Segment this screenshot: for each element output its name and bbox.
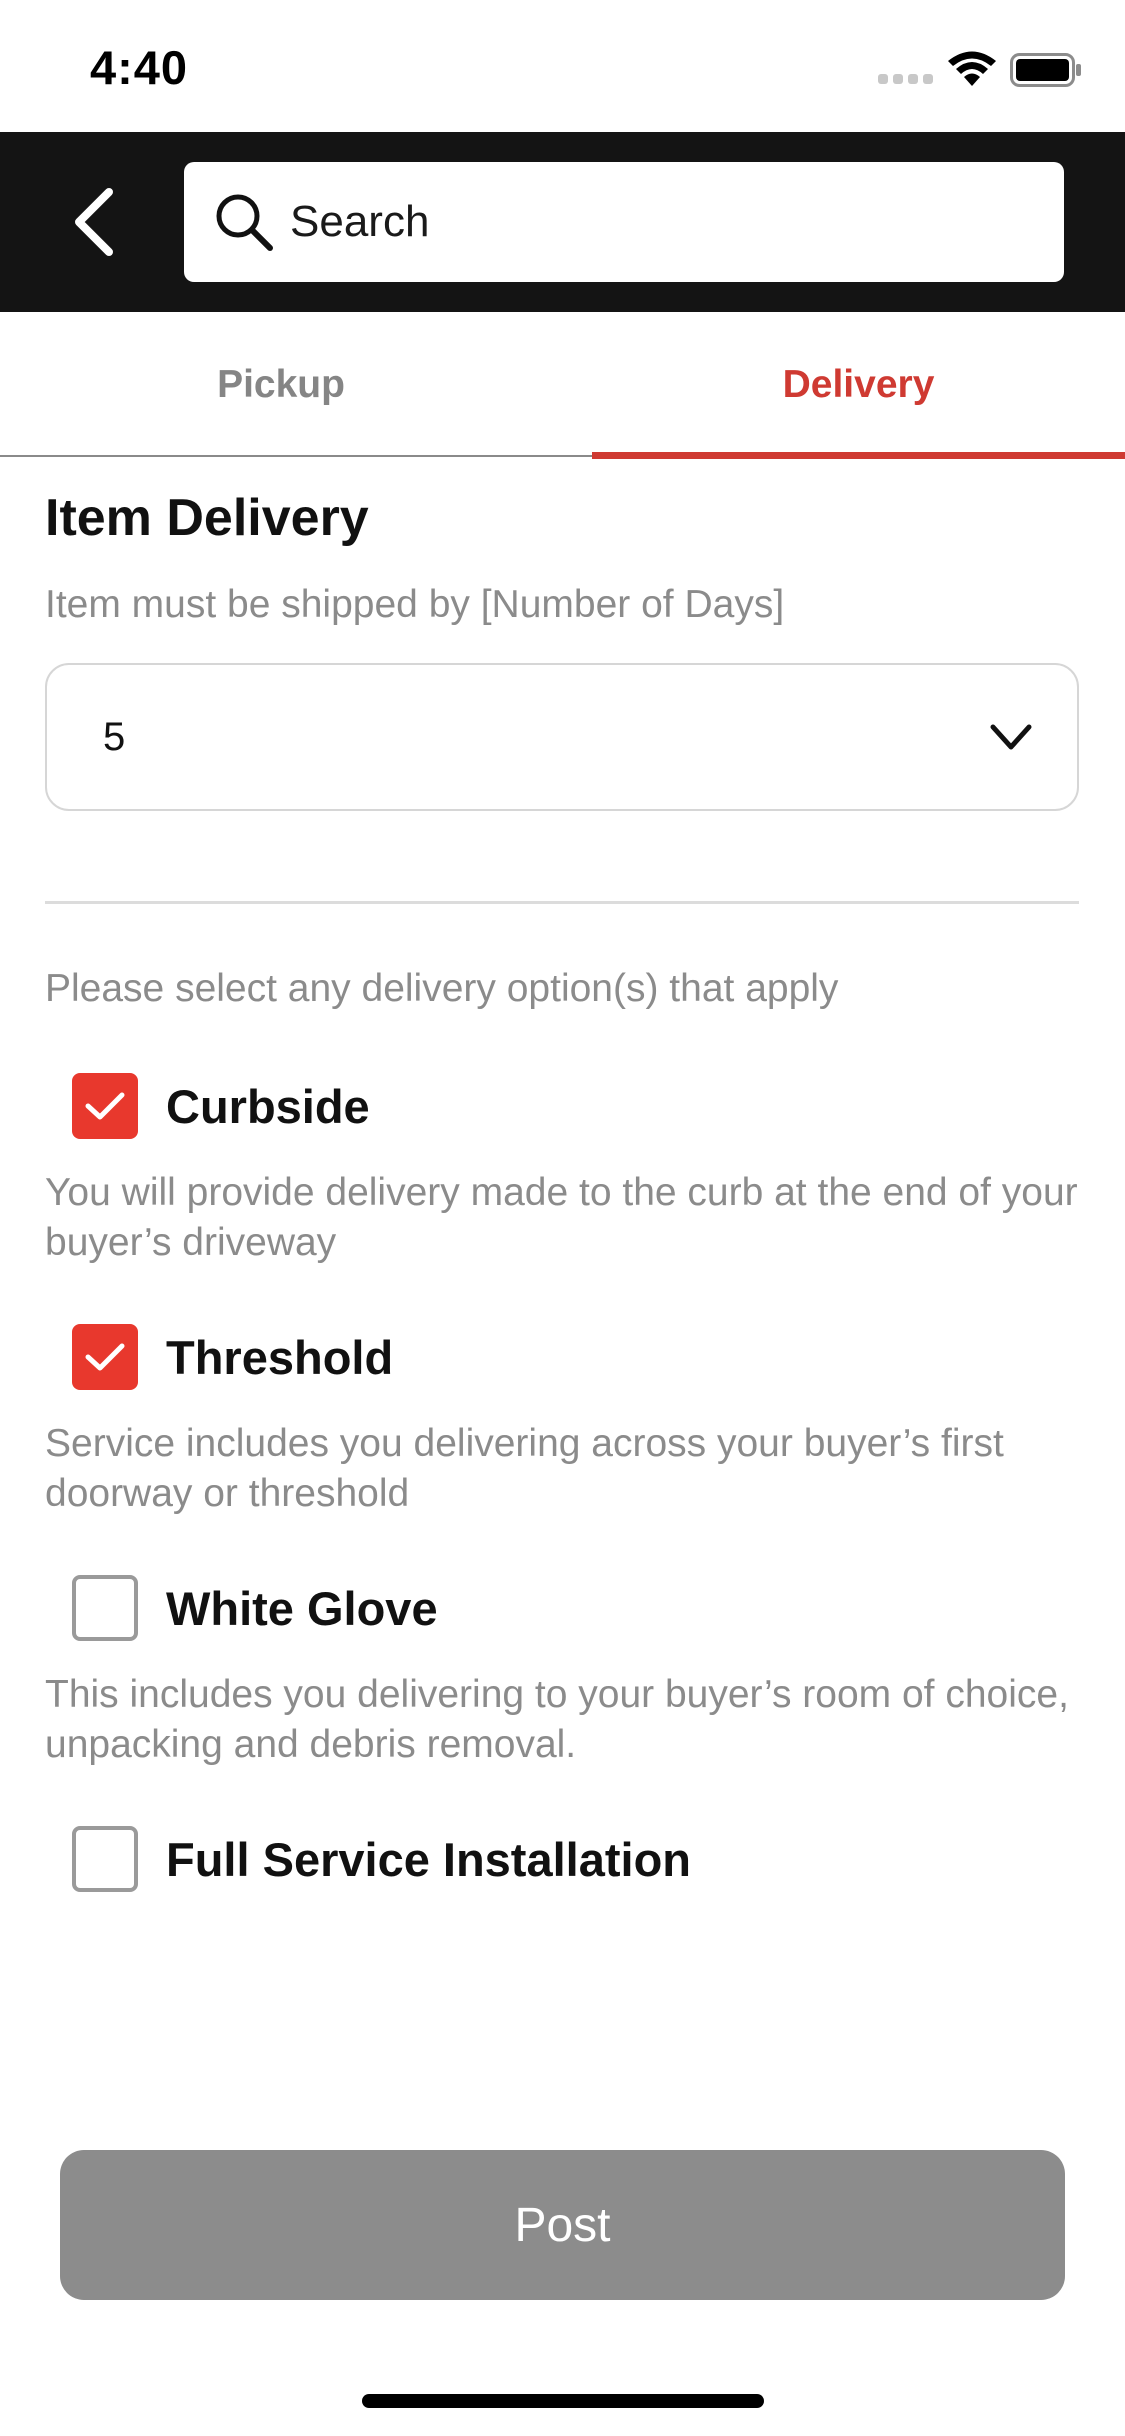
option-description: Service includes you delivering across y… [45, 1422, 1004, 1515]
option-white-glove[interactable]: White Glove [72, 1574, 438, 1642]
top-header: Search [0, 132, 1125, 312]
delivery-options-intro: Please select any delivery option(s) tha… [45, 967, 839, 1010]
white-glove-checkbox[interactable] [72, 1575, 138, 1641]
option-description: This includes you delivering to your buy… [45, 1673, 1069, 1766]
option-description: You will provide delivery made to the cu… [45, 1171, 1078, 1264]
post-button[interactable]: Post [60, 2150, 1065, 2300]
status-bar: 4:40 [0, 0, 1125, 132]
divider [45, 901, 1079, 904]
checkmark-icon [85, 1343, 125, 1371]
home-indicator [362, 2394, 764, 2408]
threshold-checkbox[interactable] [72, 1324, 138, 1390]
ship-by-days-select[interactable]: 5 [45, 663, 1079, 811]
chevron-down-icon [990, 724, 1032, 750]
tab-delivery[interactable]: Delivery [592, 312, 1125, 457]
back-button[interactable] [52, 180, 136, 264]
search-input[interactable]: Search [184, 162, 1064, 282]
wifi-icon [948, 51, 996, 86]
option-full-service-installation[interactable]: Full Service Installation [72, 1825, 691, 1893]
search-icon [216, 194, 273, 251]
search-placeholder: Search [290, 197, 430, 246]
option-label: Full Service Installation [166, 1832, 691, 1886]
option-label: Curbside [166, 1079, 370, 1133]
curbside-checkbox[interactable] [72, 1073, 138, 1139]
signal-icon [878, 74, 934, 86]
option-label: White Glove [166, 1581, 438, 1635]
status-time: 4:40 [90, 41, 189, 94]
option-threshold[interactable]: Threshold [72, 1323, 393, 1391]
tab-pickup[interactable]: Pickup [0, 312, 562, 457]
checkmark-icon [85, 1092, 125, 1120]
section-title: Item Delivery [45, 489, 369, 547]
tab-bar: Pickup Delivery [0, 312, 1125, 459]
back-arrow-icon [75, 188, 113, 256]
active-tab-indicator [592, 452, 1125, 459]
ship-by-days-value: 5 [103, 715, 126, 759]
ship-by-label: Item must be shipped by [Number of Days] [45, 583, 785, 626]
battery-icon [1010, 53, 1081, 87]
option-curbside[interactable]: Curbside [72, 1072, 370, 1140]
option-label: Threshold [166, 1330, 394, 1384]
full-service-installation-checkbox[interactable] [72, 1826, 138, 1892]
